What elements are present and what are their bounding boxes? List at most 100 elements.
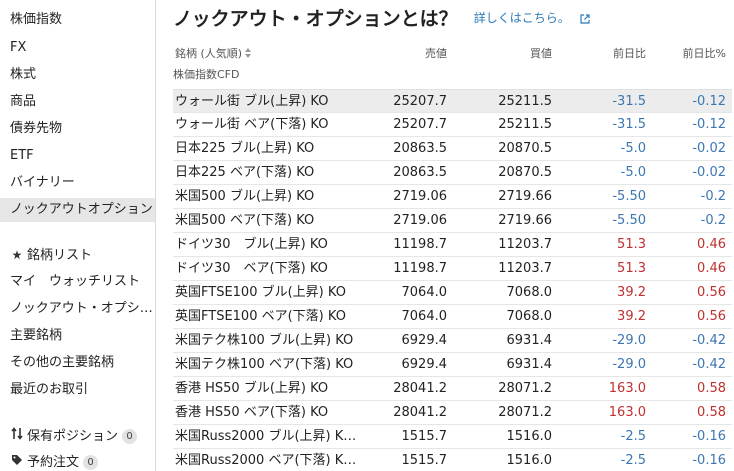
sidebar-item-my-watchlist[interactable]: マイ ウォッチリスト [10, 270, 140, 294]
row-bid: 6929.4 [401, 333, 448, 348]
table-row[interactable]: 英国FTSE100 ブル(上昇) KO 7064.0 7068.0 39.2 0.56 [173, 281, 732, 305]
row-change-pct: 0.46 [697, 237, 726, 252]
sidebar-item-bond-futures[interactable]: 債券先物 [10, 117, 62, 141]
learn-more-link[interactable]: 詳しくはこちら。 [474, 11, 570, 25]
table-row[interactable]: 日本225 ブル(上昇) KO 20863.5 20870.5 -5.0 -0.02 [173, 137, 732, 161]
sidebar-item-label: ノックアウトオプション [10, 202, 153, 217]
row-ask: 7068.0 [506, 309, 553, 324]
row-change: -5.0 [620, 141, 646, 156]
table-row[interactable]: 香港 HS50 ブル(上昇) KO 28041.2 28071.2 163.0 0.58 [173, 377, 732, 401]
table-row[interactable]: ウォール街 ブル(上昇) KO 25207.7 25211.5 -31.5 -0.12 [173, 89, 732, 113]
row-change-pct: -0.16 [692, 453, 726, 468]
row-change: 39.2 [617, 285, 646, 300]
row-name: 英国FTSE100 ブル(上昇) KO [175, 285, 346, 300]
table-row[interactable]: 米国Russ2000 ベア(下落) K… 1515.7 1516.0 -2.5 -0.1… [173, 449, 732, 471]
row-ask: 6931.4 [506, 357, 553, 372]
row-ask: 1516.0 [506, 429, 553, 444]
row-ask: 2719.66 [498, 189, 552, 204]
row-bid: 20863.5 [393, 165, 447, 180]
page-title: ノックアウト・オプションとは？ [173, 8, 458, 30]
table-row[interactable]: 米国テク株100 ベア(下落) KO 6929.4 6931.4 -29.0 -0.42 [173, 353, 732, 377]
table-row[interactable]: 米国テク株100 ブル(上昇) KO 6929.4 6931.4 -29.0 -0.42 [173, 329, 732, 353]
row-bid: 28041.2 [393, 381, 447, 396]
row-change: 163.0 [608, 405, 646, 420]
sidebar-item-knockout-options[interactable]: ノックアウトオプション [0, 198, 155, 222]
row-ask: 25211.5 [498, 94, 552, 109]
row-change: -29.0 [612, 333, 646, 348]
row-ask: 28071.2 [498, 381, 552, 396]
sidebar-item-label: 銘柄リスト [27, 248, 93, 263]
sidebar-item-fx[interactable]: FX [10, 36, 26, 60]
row-change: 51.3 [617, 261, 646, 276]
sidebar-item-stock-indices[interactable]: 株価指数 [10, 8, 62, 32]
row-bid: 11198.7 [393, 261, 447, 276]
tag-icon [10, 450, 24, 471]
row-name: 香港 HS50 ブル(上昇) KO [175, 381, 329, 396]
sidebar-item-label: FX [10, 40, 27, 55]
sidebar-item-commodities[interactable]: 商品 [10, 90, 36, 114]
table-row[interactable]: 英国FTSE100 ベア(下落) KO 7064.0 7068.0 39.2 0.56 [173, 305, 732, 329]
row-bid: 7064.0 [401, 309, 448, 324]
column-header-name[interactable]: 銘柄 (人気順) [175, 45, 252, 61]
sidebar-item-label: 保有ポジション [27, 429, 119, 444]
column-header-change[interactable]: 前日比 [613, 45, 646, 61]
orders-count-badge: 0 [83, 455, 99, 470]
row-change: -2.5 [620, 453, 646, 468]
column-header-name-label: 銘柄 (人気順) [175, 47, 243, 60]
sidebar-item-binary[interactable]: バイナリー [10, 171, 75, 195]
table-row[interactable]: ドイツ30 ブル(上昇) KO 11198.7 11203.7 51.3 0.46 [173, 233, 732, 257]
row-bid: 2719.06 [393, 189, 447, 204]
row-name: 米国500 ベア(下落) KO [175, 213, 315, 228]
row-bid: 1515.7 [401, 453, 448, 468]
row-name: 日本225 ベア(下落) KO [175, 165, 315, 180]
sidebar-item-label: 商品 [10, 94, 37, 109]
column-header-ask[interactable]: 買値 [530, 45, 552, 61]
table-row[interactable]: 日本225 ベア(下落) KO 20863.5 20870.5 -5.0 -0.02 [173, 161, 732, 185]
sidebar-item-recent-trades[interactable]: 最近のお取引 [10, 378, 88, 402]
table-header: 銘柄 (人気順) 売値 買値 前日比 前日比% [173, 42, 732, 64]
row-change: 39.2 [617, 309, 646, 324]
table-row[interactable]: 米国500 ブル(上昇) KO 2719.06 2719.66 -5.50 -0.2 [173, 185, 732, 209]
external-link-icon[interactable] [580, 13, 590, 24]
sort-icon[interactable] [244, 47, 252, 59]
row-ask: 1516.0 [506, 453, 553, 468]
sidebar-item-label: マイ ウォッチリスト [10, 274, 141, 289]
row-change-pct: -0.02 [692, 165, 726, 180]
sidebar-item-knockout-list[interactable]: ノックアウト・オプシ… [10, 297, 153, 321]
sidebar-item-watchlists[interactable]: ★ 銘柄リスト [10, 243, 92, 267]
sidebar-item-orders[interactable]: 予約注文 0 [10, 450, 99, 471]
sidebar: 株価指数 FX 株式 商品 債券先物 ETF バイナリー ノックアウトオプション… [0, 0, 156, 471]
sidebar-item-label: ETF [10, 148, 34, 163]
sidebar-item-stocks[interactable]: 株式 [10, 63, 36, 87]
row-change-pct: -0.16 [692, 429, 726, 444]
row-change-pct: -0.2 [700, 189, 726, 204]
table-row[interactable]: ドイツ30 ベア(下落) KO 11198.7 11203.7 51.3 0.46 [173, 257, 732, 281]
table-row[interactable]: 米国500 ベア(下落) KO 2719.06 2719.66 -5.50 -0.2 [173, 209, 732, 233]
sidebar-item-label: 主要銘柄 [10, 328, 63, 343]
sidebar-item-major-markets[interactable]: 主要銘柄 [10, 324, 62, 348]
row-bid: 28041.2 [393, 405, 447, 420]
row-ask: 2719.66 [498, 213, 552, 228]
sidebar-item-label: 最近のお取引 [10, 382, 89, 397]
column-header-bid[interactable]: 売値 [425, 45, 447, 61]
row-ask: 6931.4 [506, 333, 553, 348]
row-change-pct: -0.12 [692, 117, 726, 132]
table-row[interactable]: 香港 HS50 ベア(下落) KO 28041.2 28071.2 163.0 0.58 [173, 401, 732, 425]
row-ask: 11203.7 [498, 237, 552, 252]
sidebar-item-other-major-markets[interactable]: その他の主要銘柄 [10, 351, 114, 375]
row-bid: 25207.7 [393, 94, 447, 109]
row-ask: 11203.7 [498, 261, 552, 276]
table-row[interactable]: ウォール街 ベア(下落) KO 25207.7 25211.5 -31.5 -0.12 [173, 113, 732, 137]
sidebar-item-label: ノックアウト・オプシ… [10, 301, 153, 316]
market-table: ウォール街 ブル(上昇) KO 25207.7 25211.5 -31.5 -0.12 ウ… [173, 89, 732, 471]
sidebar-item-positions[interactable]: 保有ポジション 0 [10, 424, 138, 448]
sidebar-item-etf[interactable]: ETF [10, 144, 34, 168]
table-row[interactable]: 米国Russ2000 ブル(上昇) K… 1515.7 1516.0 -2.5 -0.1… [173, 425, 732, 449]
row-change: -29.0 [612, 357, 646, 372]
sidebar-item-label: バイナリー [10, 175, 75, 190]
row-change: -5.50 [612, 189, 646, 204]
sidebar-item-label: 債券先物 [10, 121, 63, 136]
column-header-change-pct[interactable]: 前日比% [683, 45, 726, 61]
positions-icon [10, 424, 24, 448]
sidebar-item-label: その他の主要銘柄 [10, 355, 115, 370]
